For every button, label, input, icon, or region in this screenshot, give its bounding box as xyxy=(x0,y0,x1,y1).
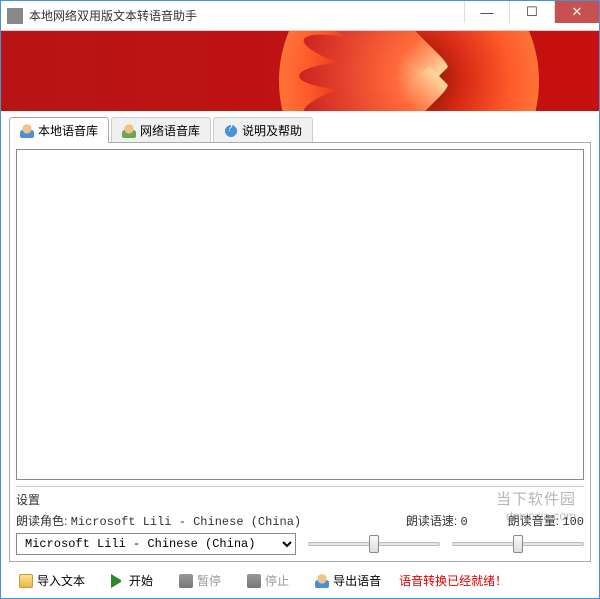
titlebar: 本地网络双用版文本转语音助手 — ☐ ✕ xyxy=(1,1,599,31)
tab-help[interactable]: 说明及帮助 xyxy=(213,117,313,143)
close-button[interactable]: ✕ xyxy=(554,1,599,23)
button-label: 暂停 xyxy=(197,572,221,589)
text-input[interactable] xyxy=(17,150,583,479)
speed-label: 朗读语速: xyxy=(406,514,457,528)
pause-icon xyxy=(179,574,193,588)
export-audio-button[interactable]: 导出语音 xyxy=(307,569,389,592)
tab-label: 网络语音库 xyxy=(140,122,200,139)
volume-slider-wrap xyxy=(452,542,584,546)
banner-image xyxy=(1,31,599,111)
speed-slider[interactable] xyxy=(308,542,440,546)
settings-title: 设置 xyxy=(16,491,584,508)
pause-button[interactable]: 暂停 xyxy=(171,569,229,592)
person-icon xyxy=(122,124,136,138)
settings-controls-row: Microsoft Lili - Chinese (China) xyxy=(16,533,584,555)
voice-label: 朗读角色: xyxy=(16,514,67,528)
import-text-button[interactable]: 导入文本 xyxy=(11,569,93,592)
play-icon xyxy=(111,574,125,588)
voice-select[interactable]: Microsoft Lili - Chinese (China) xyxy=(16,533,296,555)
app-icon xyxy=(7,8,23,24)
bottom-toolbar: 导入文本 开始 暂停 停止 导出语音 语音转换已经就绪！ xyxy=(1,563,599,598)
speed-slider-wrap xyxy=(308,542,440,546)
folder-icon xyxy=(19,574,33,588)
tab-network-voice[interactable]: 网络语音库 xyxy=(111,117,211,143)
button-label: 导入文本 xyxy=(37,572,85,589)
stop-button[interactable]: 停止 xyxy=(239,569,297,592)
tab-bar: 本地语音库 网络语音库 说明及帮助 xyxy=(1,111,599,143)
volume-slider[interactable] xyxy=(452,542,584,546)
window-title: 本地网络双用版文本转语音助手 xyxy=(29,7,464,24)
tab-local-voice[interactable]: 本地语音库 xyxy=(9,117,109,143)
maximize-button[interactable]: ☐ xyxy=(509,1,554,23)
volume-value: 100 xyxy=(562,515,584,529)
help-icon xyxy=(224,124,238,138)
settings-labels-row: 朗读角色: Microsoft Lili - Chinese (China) 朗… xyxy=(16,512,584,529)
button-label: 停止 xyxy=(265,572,289,589)
volume-label: 朗读音量: xyxy=(508,514,559,528)
tab-label: 说明及帮助 xyxy=(242,122,302,139)
stop-icon xyxy=(247,574,261,588)
person-icon xyxy=(20,124,34,138)
slider-thumb[interactable] xyxy=(369,535,379,553)
export-icon xyxy=(315,574,329,588)
start-button[interactable]: 开始 xyxy=(103,569,161,592)
button-label: 开始 xyxy=(129,572,153,589)
content-area: 设置 朗读角色: Microsoft Lili - Chinese (China… xyxy=(9,142,591,562)
speed-value: 0 xyxy=(461,515,468,529)
app-window: 本地网络双用版文本转语音助手 — ☐ ✕ 本地语音库 网络语音库 xyxy=(0,0,600,599)
tab-label: 本地语音库 xyxy=(38,122,98,139)
text-panel xyxy=(16,149,584,480)
window-controls: — ☐ ✕ xyxy=(464,1,599,30)
minimize-button[interactable]: — xyxy=(464,1,509,23)
slider-thumb[interactable] xyxy=(513,535,523,553)
speed-label-group: 朗读语速: 0 xyxy=(406,512,468,529)
settings-panel: 设置 朗读角色: Microsoft Lili - Chinese (China… xyxy=(16,486,584,555)
voice-label-group: 朗读角色: Microsoft Lili - Chinese (China) xyxy=(16,512,301,529)
volume-label-group: 朗读音量: 100 xyxy=(508,512,584,529)
voice-value: Microsoft Lili - Chinese (China) xyxy=(71,515,301,529)
button-label: 导出语音 xyxy=(333,572,381,589)
status-text: 语音转换已经就绪！ xyxy=(399,572,507,589)
